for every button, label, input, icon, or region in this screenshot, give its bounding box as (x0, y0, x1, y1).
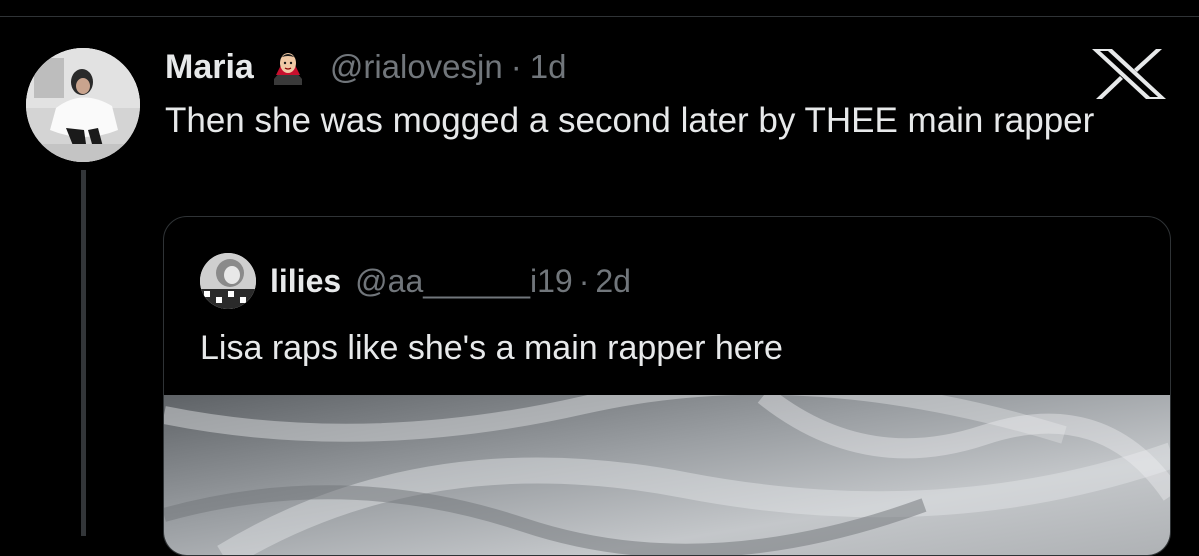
quoted-avatar[interactable] (200, 253, 256, 309)
handle[interactable]: @rialovesjn (330, 48, 503, 86)
quoted-tweet-header: lilies @aa______i19 · 2d (200, 253, 631, 309)
display-name[interactable]: Maria (165, 48, 254, 87)
quoted-handle[interactable]: @aa______i19 (355, 263, 573, 300)
quoted-tweet-card[interactable]: lilies @aa______i19 · 2d Lisa raps like … (163, 216, 1171, 556)
tweet-text: Then she was mogged a second later by TH… (165, 101, 1095, 140)
top-divider (0, 16, 1199, 17)
tweet-header: Maria @rialovesjn · 1d (165, 44, 566, 90)
timestamp[interactable]: 1d (530, 48, 567, 86)
quoted-display-name[interactable]: lilies (270, 263, 341, 300)
quoted-tweet-text: Lisa raps like she's a main rapper here (200, 329, 783, 367)
video-thumbnail[interactable] (164, 395, 1170, 555)
quoted-timestamp[interactable]: 2d (595, 263, 631, 300)
thread-line (81, 170, 86, 536)
avatar[interactable] (26, 48, 140, 162)
vampire-emoji-icon (270, 49, 306, 85)
quoted-separator: · (578, 262, 590, 299)
x-logo-icon (1090, 49, 1168, 99)
separator: · (510, 48, 522, 85)
